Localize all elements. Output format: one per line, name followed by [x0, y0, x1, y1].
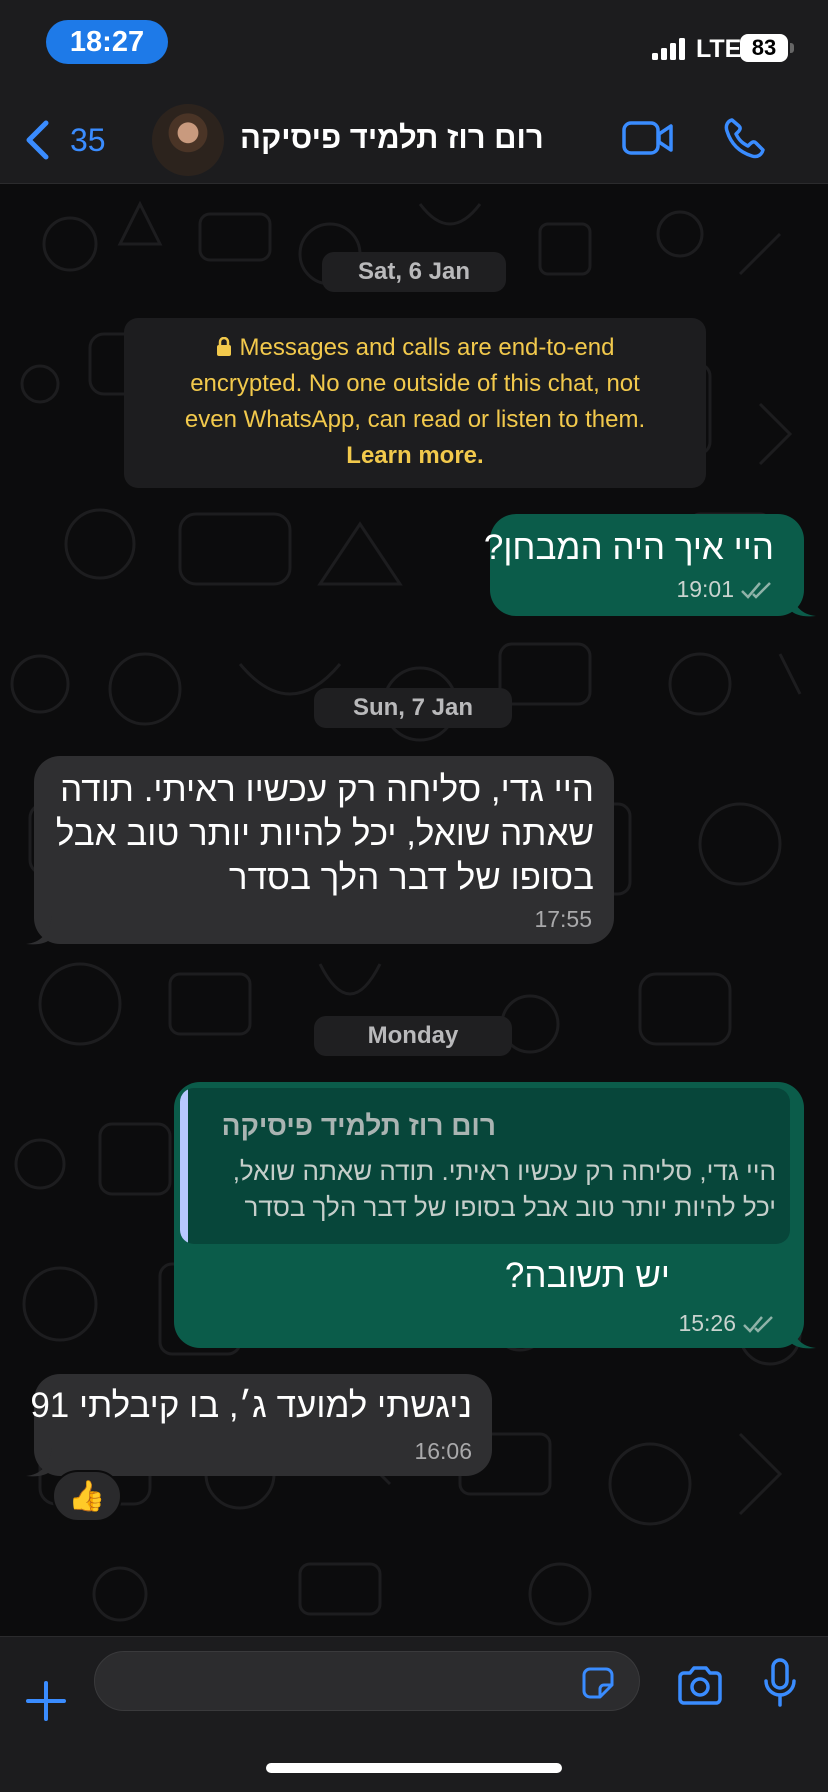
date-separator: Monday: [314, 1016, 512, 1056]
incoming-message[interactable]: היי גדי, סליחה רק עכשיו ראיתי. תודה שאתה…: [34, 756, 614, 944]
date-separator: Sat, 6 Jan: [322, 252, 506, 292]
status-bar: 18:27 LTE 83: [0, 0, 828, 92]
double-check-icon: [741, 581, 771, 599]
message-meta: 19:01: [676, 576, 774, 603]
bubble-tail: [790, 1320, 816, 1349]
quoted-message[interactable]: רום רוז תלמיד פיסיקה היי גדי, סליחה רק ע…: [180, 1088, 790, 1244]
message-input[interactable]: [94, 1651, 640, 1711]
quote-accent-bar: [180, 1088, 188, 1244]
video-call-icon[interactable]: [622, 120, 674, 156]
phone-icon[interactable]: [722, 116, 766, 160]
message-time: 19:01: [676, 576, 734, 602]
message-time: 15:26: [678, 1310, 736, 1336]
lock-icon: [216, 337, 231, 356]
back-unread-count[interactable]: 35: [70, 122, 106, 159]
message-text-line-1: היי גדי, סליחה רק עכשיו ראיתי. תודה: [60, 770, 594, 809]
network-type: LTE: [696, 35, 742, 63]
encryption-text-2: encrypted. No one outside of this chat, …: [190, 370, 640, 397]
bubble-tail: [26, 916, 52, 945]
learn-more-link[interactable]: Learn more.: [124, 438, 706, 474]
message-text: היי איך היה המבחן?: [483, 528, 774, 567]
thumbs-up-reaction[interactable]: 👍: [52, 1470, 122, 1522]
sticker-icon[interactable]: [580, 1665, 616, 1701]
double-check-icon: [743, 1315, 773, 1333]
camera-icon[interactable]: [676, 1665, 724, 1705]
contact-name[interactable]: רום רוז תלמיד פיסיקה: [240, 120, 544, 156]
status-time: 18:27: [46, 20, 168, 64]
message-time: 17:55: [534, 906, 592, 932]
bubble-tail: [790, 588, 816, 617]
home-indicator: [266, 1763, 562, 1773]
chat-screen: 18:27 LTE 83 35 רום רוז תלמיד פיסיקה Sat…: [0, 0, 828, 1792]
message-text-line-2: שאתה שואל, יכל להיות יותר טוב אבל: [55, 814, 594, 853]
battery-icon: 83: [740, 34, 788, 62]
message-time: 16:06: [414, 1438, 472, 1464]
encryption-text-3: even WhatsApp, can read or listen to the…: [184, 406, 646, 433]
encryption-text-1: Messages and calls are end-to-end: [239, 334, 615, 361]
date-separator: Sun, 7 Jan: [314, 688, 512, 728]
battery-tip: [790, 43, 794, 53]
quoted-sender-name: רום רוז תלמיד פיסיקה: [221, 1110, 496, 1141]
message-text-line-3: בסופו של דבר הלך בסדר: [228, 858, 594, 897]
signal-icon: [652, 38, 685, 60]
composer-bar: [0, 1636, 828, 1792]
quoted-text-line-2: יכל להיות יותר טוב אבל בסופו של דבר הלך …: [244, 1192, 776, 1222]
message-text: ניגשתי למועד ג׳, בו קיבלתי 91: [30, 1386, 472, 1425]
message-text: יש תשובה?: [504, 1256, 670, 1295]
back-chevron-icon[interactable]: [24, 120, 52, 160]
plus-icon[interactable]: [24, 1679, 68, 1723]
chat-header: 35 רום רוז תלמיד פיסיקה: [0, 92, 828, 184]
encryption-notice[interactable]: Messages and calls are end-to-end encryp…: [124, 318, 706, 488]
quoted-text-line-1: היי גדי, סליחה רק עכשיו ראיתי. תודה שאתה…: [232, 1156, 776, 1186]
microphone-icon[interactable]: [762, 1657, 798, 1709]
encryption-line-1: Messages and calls are end-to-end: [124, 330, 706, 366]
contact-avatar[interactable]: [152, 104, 224, 176]
bubble-tail: [26, 1448, 52, 1477]
message-meta: 15:26: [678, 1310, 776, 1337]
outgoing-message[interactable]: היי איך היה המבחן? 19:01: [484, 514, 804, 616]
incoming-message[interactable]: ניגשתי למועד ג׳, בו קיבלתי 91 16:06: [30, 1374, 492, 1476]
